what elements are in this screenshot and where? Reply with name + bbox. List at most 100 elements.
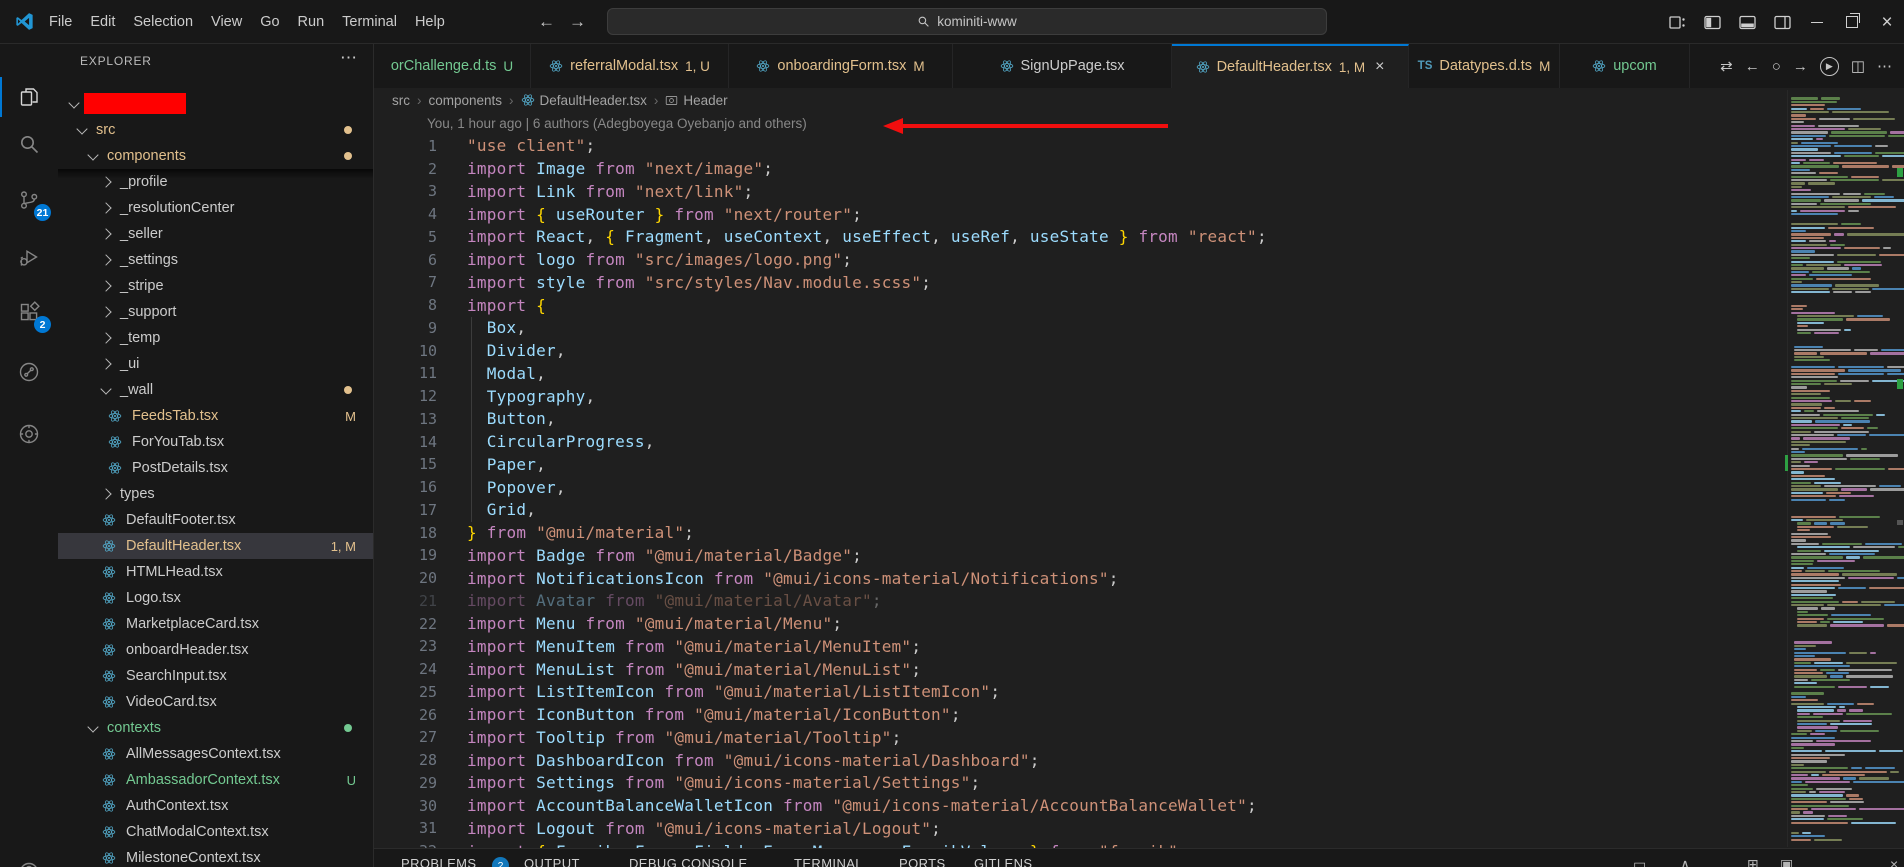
panel-tab-gitlens[interactable]: GITLENS <box>974 856 1032 867</box>
code-line-25[interactable]: 25import ListItemIcon from "@mui/materia… <box>374 681 1774 704</box>
breadcrumb[interactable]: src›components›DefaultHeader.tsx›Header <box>374 88 1904 112</box>
nav-current-icon[interactable]: ○ <box>1772 58 1781 75</box>
tab-signuppage-tsx[interactable]: SignUpPage.tsx <box>953 44 1172 88</box>
gitlens-blame-codelens[interactable]: You, 1 hour ago | 6 authors (Adegboyega … <box>427 116 807 131</box>
code-line-22[interactable]: 22import Menu from "@mui/material/Menu"; <box>374 612 1774 635</box>
minimize-button[interactable] <box>1804 9 1830 35</box>
panel-tab-terminal[interactable]: TERMINAL <box>794 856 863 867</box>
close-window-button[interactable]: × <box>1874 9 1900 35</box>
tree-item-AmbassadorContext.tsx[interactable]: AmbassadorContext.tsxU <box>58 767 374 793</box>
tab-onboardingform-tsx[interactable]: onboardingForm.tsxM <box>729 44 953 88</box>
panel-grid-icon[interactable]: ⊞ <box>1747 856 1759 867</box>
code-line-4[interactable]: 4import { useRouter } from "next/router"… <box>374 203 1774 226</box>
restore-button[interactable] <box>1839 9 1865 35</box>
tree-item-_stripe[interactable]: _stripe <box>58 273 374 299</box>
tree-item-_wall[interactable]: _wall <box>58 377 374 403</box>
code-editor[interactable]: You, 1 hour ago | 6 authors (Adegboyega … <box>374 112 1904 848</box>
explorer-icon[interactable] <box>0 73 58 121</box>
breadcrumb-item[interactable]: Header <box>683 93 727 108</box>
account-icon[interactable] <box>0 848 58 867</box>
tree-item-PostDetails.tsx[interactable]: PostDetails.tsx <box>58 455 374 481</box>
panel-close-icon[interactable]: × <box>1890 856 1898 867</box>
tree-item-_resolutionCenter[interactable]: _resolutionCenter <box>58 195 374 221</box>
panel-tab-debug-console[interactable]: DEBUG CONSOLE <box>629 856 748 867</box>
code-line-32[interactable]: 32import { Formik, Form, Field, ErrorMes… <box>374 840 1774 848</box>
panel-maximize-icon[interactable]: ∧ <box>1680 856 1690 867</box>
explorer-more-actions-icon[interactable]: ⋯ <box>340 48 357 68</box>
code-line-16[interactable]: 16 Popover, <box>374 476 1774 499</box>
code-line-11[interactable]: 11 Modal, <box>374 362 1774 385</box>
code-line-21[interactable]: 21import Avatar from "@mui/material/Avat… <box>374 590 1774 613</box>
toggle-panel-icon[interactable] <box>1734 9 1760 35</box>
tree-item-onboardHeader.tsx[interactable]: onboardHeader.tsx <box>58 637 374 663</box>
code-line-10[interactable]: 10 Divider, <box>374 339 1774 362</box>
tree-item-_settings[interactable]: _settings <box>58 247 374 273</box>
code-line-31[interactable]: 31import Logout from "@mui/icons-materia… <box>374 817 1774 840</box>
menu-terminal[interactable]: Terminal <box>333 9 406 35</box>
panel-tab-problems[interactable]: PROBLEMS <box>401 856 476 867</box>
toggle-sidebar-icon[interactable] <box>1699 9 1725 35</box>
inspect-icon[interactable] <box>0 410 58 458</box>
panel-tab-ports[interactable]: PORTS <box>899 856 946 867</box>
code-line-18[interactable]: 18} from "@mui/material"; <box>374 521 1774 544</box>
tab-upcom[interactable]: upcom <box>1560 44 1690 88</box>
breadcrumb-item[interactable]: src <box>392 93 410 108</box>
code-line-23[interactable]: 23import MenuItem from "@mui/material/Me… <box>374 635 1774 658</box>
code-line-13[interactable]: 13 Button, <box>374 408 1774 431</box>
code-line-28[interactable]: 28import DashboardIcon from "@mui/icons-… <box>374 749 1774 772</box>
menu-run[interactable]: Run <box>289 9 334 35</box>
open-changes-icon[interactable]: ⇄ <box>1720 57 1733 75</box>
tab-orchallenge-d-ts[interactable]: orChallenge.d.tsU <box>374 44 531 88</box>
tree-item-AllMessagesContext.tsx[interactable]: AllMessagesContext.tsx <box>58 741 374 767</box>
menu-selection[interactable]: Selection <box>124 9 202 35</box>
code-line-7[interactable]: 7import style from "src/styles/Nav.modul… <box>374 271 1774 294</box>
code-line-26[interactable]: 26import IconButton from "@mui/material/… <box>374 703 1774 726</box>
code-line-17[interactable]: 17 Grid, <box>374 499 1774 522</box>
tree-item-_profile[interactable]: _profile <box>58 169 374 195</box>
close-tab-icon[interactable]: × <box>1375 58 1384 76</box>
code-line-19[interactable]: 19import Badge from "@mui/material/Badge… <box>374 544 1774 567</box>
code-line-5[interactable]: 5import React, { Fragment, useContext, u… <box>374 226 1774 249</box>
tree-item-Logo.tsx[interactable]: Logo.tsx <box>58 585 374 611</box>
tree-item-MilestoneContext.tsx[interactable]: MilestoneContext.tsx <box>58 845 374 867</box>
tree-item-_ui[interactable]: _ui <box>58 351 374 377</box>
tree-item-AuthContext.tsx[interactable]: AuthContext.tsx <box>58 793 374 819</box>
code-line-14[interactable]: 14 CircularProgress, <box>374 430 1774 453</box>
code-line-1[interactable]: 1"use client"; <box>374 135 1774 158</box>
menu-go[interactable]: Go <box>251 9 288 35</box>
extensions-icon[interactable]: 2 <box>0 288 58 336</box>
code-line-3[interactable]: 3import Link from "next/link"; <box>374 180 1774 203</box>
tree-item-SearchInput.tsx[interactable]: SearchInput.tsx <box>58 663 374 689</box>
code-line-2[interactable]: 2import Image from "next/image"; <box>374 157 1774 180</box>
code-line-6[interactable]: 6import logo from "src/images/logo.png"; <box>374 248 1774 271</box>
menu-view[interactable]: View <box>202 9 251 35</box>
tree-item-_seller[interactable]: _seller <box>58 221 374 247</box>
breadcrumb-item[interactable]: components <box>429 93 503 108</box>
tree-item-ChatModalContext.tsx[interactable]: ChatModalContext.tsx <box>58 819 374 845</box>
tree-item-ForYouTab.tsx[interactable]: ForYouTab.tsx <box>58 429 374 455</box>
tree-item-components[interactable]: components <box>58 143 374 169</box>
command-center-search[interactable]: kominiti-www <box>607 8 1327 35</box>
code-line-24[interactable]: 24import MenuList from "@mui/material/Me… <box>374 658 1774 681</box>
tree-item-FeedsTab.tsx[interactable]: FeedsTab.tsxM <box>58 403 374 429</box>
layout-customize-icon[interactable] <box>1664 9 1690 35</box>
tree-item-_support[interactable]: _support <box>58 299 374 325</box>
tab-defaultheader-tsx[interactable]: DefaultHeader.tsx1, M× <box>1172 44 1409 88</box>
tree-item-HTMLHead.tsx[interactable]: HTMLHead.tsx <box>58 559 374 585</box>
code-line-15[interactable]: 15 Paper, <box>374 453 1774 476</box>
menu-file[interactable]: File <box>40 9 81 35</box>
run-debug-icon[interactable] <box>0 233 58 281</box>
code-line-8[interactable]: 8import { <box>374 294 1774 317</box>
panel-layout-icon[interactable]: ▭ <box>1633 856 1646 867</box>
go-forward-button[interactable]: → <box>569 12 586 32</box>
source-control-icon[interactable]: 21 <box>0 176 58 224</box>
gitlens-icon[interactable] <box>0 348 58 396</box>
tab-datatypes-d-ts[interactable]: TSDatatypes.d.tsM <box>1409 44 1560 88</box>
tree-item-_temp[interactable]: _temp <box>58 325 374 351</box>
code-line-20[interactable]: 20import NotificationsIcon from "@mui/ic… <box>374 567 1774 590</box>
nav-back-icon[interactable]: ← <box>1745 58 1760 75</box>
panel-tab-output[interactable]: OUTPUT <box>524 856 580 867</box>
menu-help[interactable]: Help <box>406 9 454 35</box>
tree-item-VideoCard.tsx[interactable]: VideoCard.tsx <box>58 689 374 715</box>
tree-item-types[interactable]: types <box>58 481 374 507</box>
